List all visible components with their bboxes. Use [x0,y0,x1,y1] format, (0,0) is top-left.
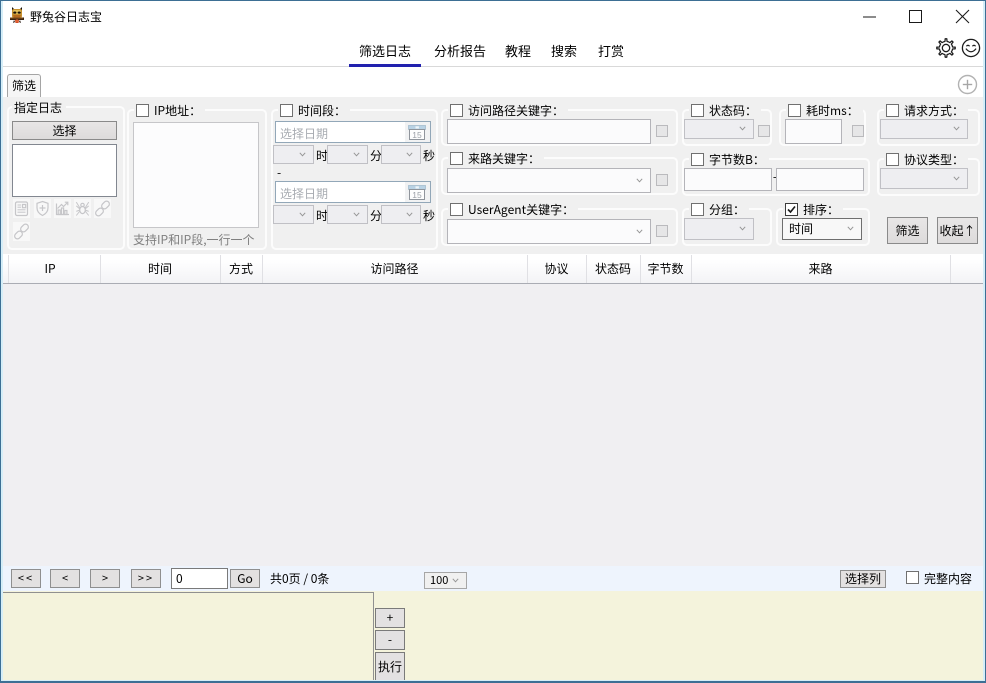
svg-text:15: 15 [412,190,422,200]
svg-text:15: 15 [412,130,422,140]
